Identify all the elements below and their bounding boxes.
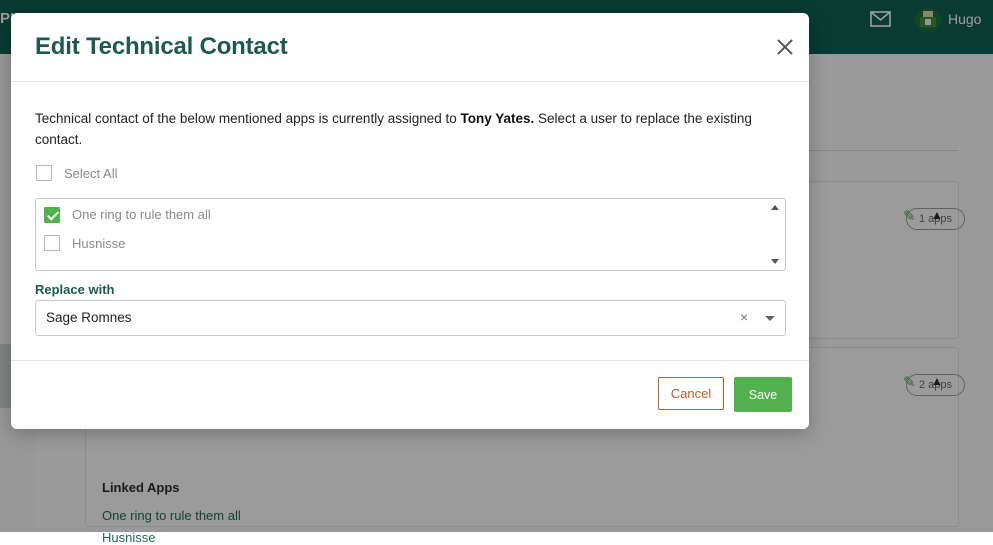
select-all-checkbox[interactable] — [36, 165, 52, 181]
scroll-up-icon[interactable] — [771, 205, 779, 210]
modal-header: Edit Technical Contact — [11, 13, 809, 82]
app-checkbox-checked[interactable] — [44, 207, 60, 223]
description-prefix: Technical contact of the below mentioned… — [35, 111, 461, 126]
app-checkbox[interactable] — [44, 235, 60, 251]
clear-icon[interactable]: × — [740, 309, 748, 325]
modal-footer: Cancel Save — [11, 360, 809, 430]
select-all-label[interactable]: Select All — [64, 166, 117, 181]
chevron-down-icon[interactable] — [765, 316, 775, 321]
edit-technical-contact-modal: Edit Technical Contact Technical contact… — [11, 13, 809, 429]
replace-with-select[interactable]: Sage Romnes × — [35, 300, 786, 336]
save-button[interactable]: Save — [734, 377, 792, 412]
modal-description: Technical contact of the below mentioned… — [35, 108, 775, 150]
modal-title: Edit Technical Contact — [35, 33, 288, 60]
current-contact-name: Tony Yates. — [460, 111, 535, 126]
close-icon[interactable] — [775, 37, 795, 57]
replace-with-label: Replace with — [35, 282, 115, 297]
linked-app-link[interactable]: Husnisse — [102, 530, 155, 545]
cancel-button[interactable]: Cancel — [658, 377, 724, 410]
apps-listbox[interactable]: One ring to rule them all Husnisse — [35, 198, 786, 271]
scroll-down-icon[interactable] — [771, 259, 779, 264]
app-label[interactable]: Husnisse — [72, 236, 125, 251]
app-label[interactable]: One ring to rule them all — [72, 207, 211, 222]
selected-user[interactable]: Sage Romnes — [46, 310, 132, 325]
